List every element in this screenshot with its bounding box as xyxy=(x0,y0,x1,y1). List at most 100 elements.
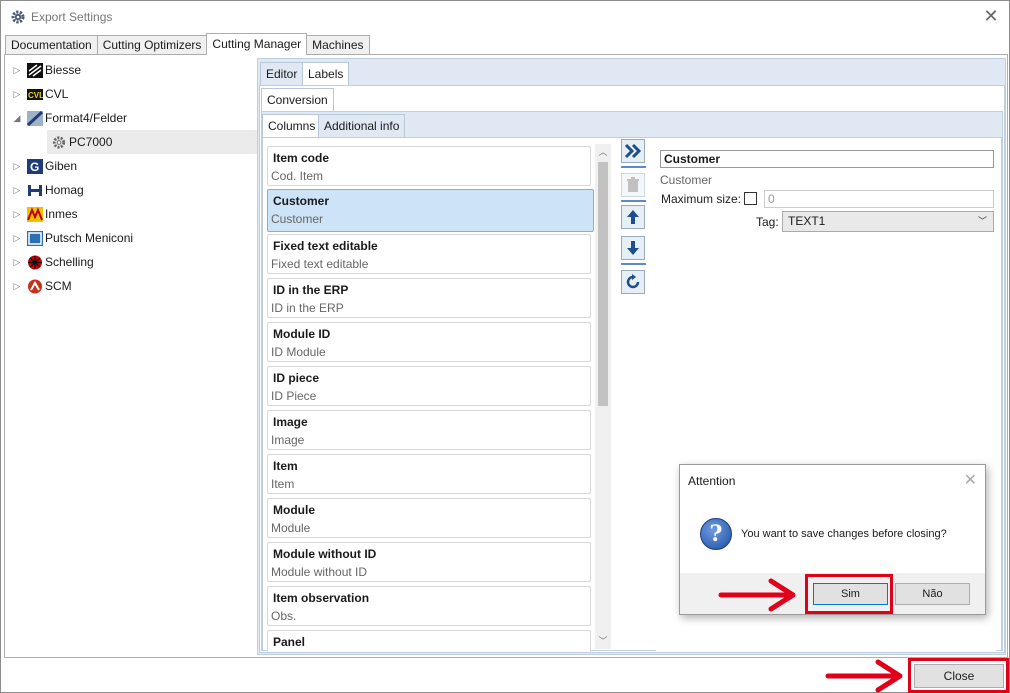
column-list: Item code Cod. Item Customer Customer Fixe… xyxy=(267,144,603,652)
tag-value: TEXT1 xyxy=(788,214,826,228)
tag-select[interactable]: TEXT1 ﹀ xyxy=(782,211,994,232)
refresh-button[interactable] xyxy=(621,270,645,294)
close-icon[interactable]: ✕ xyxy=(964,470,977,490)
chevron-down-icon: ﹀ xyxy=(977,216,987,226)
tree-item-label: Format4/Felder xyxy=(45,111,128,125)
svg-text:G: G xyxy=(30,160,39,174)
list-item[interactable]: Customer Customer xyxy=(267,189,594,232)
item-subtitle: Module xyxy=(271,521,311,535)
expand-arrow-icon[interactable]: ▷ xyxy=(11,65,23,76)
item-subtitle: Item xyxy=(271,477,295,491)
tab-documentation[interactable]: Documentation xyxy=(5,35,98,55)
item-title: Module xyxy=(273,503,315,517)
tree-item-giben[interactable]: ▷ G Giben xyxy=(11,154,77,178)
tree-item-scm[interactable]: ▷ SCM xyxy=(11,274,72,298)
tab-labels[interactable]: Labels xyxy=(302,62,350,85)
tree-item-format4[interactable]: ◢ Format4/Felder xyxy=(11,106,127,130)
list-scrollbar[interactable]: ︿ ﹀ xyxy=(595,144,611,649)
export-settings-window: Export Settings ✕ Documentation Cutting … xyxy=(0,0,1010,693)
list-item[interactable]: Module without ID Module without ID xyxy=(267,542,591,582)
red-arrow-icon xyxy=(718,578,796,612)
divider xyxy=(621,263,646,265)
tab-additional-info[interactable]: Additional info xyxy=(318,114,406,137)
trash-icon xyxy=(627,177,639,192)
tree-item-label: Putsch Meniconi xyxy=(45,231,134,245)
item-subtitle: Customer xyxy=(271,212,324,226)
collapse-arrow-icon[interactable]: ◢ xyxy=(11,113,23,124)
add-column-button[interactable] xyxy=(621,139,645,163)
tree-item-label: Inmes xyxy=(45,207,78,221)
chevron-down-icon[interactable]: ﹀ xyxy=(595,633,611,649)
tree-item-label: CVL xyxy=(45,87,69,101)
tab-editor[interactable]: Editor xyxy=(260,62,304,85)
close-icon[interactable]: ✕ xyxy=(981,7,1001,27)
expand-arrow-icon[interactable]: ▷ xyxy=(11,89,23,100)
expand-arrow-icon[interactable]: ▷ xyxy=(11,281,23,292)
max-size-field[interactable]: 0 xyxy=(764,190,994,208)
item-subtitle: Module without ID xyxy=(271,565,368,579)
expand-arrow-icon[interactable]: ▷ xyxy=(11,161,23,172)
tree-item-label: Schelling xyxy=(45,255,94,269)
max-size-checkbox[interactable] xyxy=(744,192,757,205)
dialog-message: You want to save changes before closing? xyxy=(741,528,947,540)
list-item[interactable]: Item code Cod. Item xyxy=(267,146,591,186)
item-title: Item observation xyxy=(273,591,370,605)
delete-button[interactable] xyxy=(621,173,645,197)
putsch-logo-icon xyxy=(27,230,43,246)
tree-item-pc7000[interactable]: PC7000 xyxy=(47,130,257,154)
expand-arrow-icon[interactable]: ▷ xyxy=(11,257,23,268)
scrollbar-thumb[interactable] xyxy=(598,162,608,406)
item-title: Customer xyxy=(273,194,330,208)
tab-columns[interactable]: Columns xyxy=(262,114,322,137)
item-title: Image xyxy=(273,415,308,429)
chevron-up-icon[interactable]: ︿ xyxy=(595,144,611,160)
scm-logo-icon xyxy=(28,279,42,293)
item-subtitle: ID Module xyxy=(271,345,326,359)
tab-machines[interactable]: Machines xyxy=(306,35,370,55)
list-item[interactable]: Image Image xyxy=(267,410,591,450)
tree-item-label: SCM xyxy=(45,279,72,293)
list-item[interactable]: ID piece ID Piece xyxy=(267,366,591,406)
expand-arrow-icon[interactable]: ▷ xyxy=(11,185,23,196)
tree-item-homag[interactable]: ▷ Homag xyxy=(11,178,84,202)
list-item[interactable]: Module ID ID Module xyxy=(267,322,591,362)
tree-item-putsch[interactable]: ▷ Putsch Meniconi xyxy=(11,226,133,250)
tab-cutting-manager[interactable]: Cutting Manager xyxy=(206,33,308,55)
tab-conversion[interactable]: Conversion xyxy=(261,88,334,111)
tree-item-biesse[interactable]: ▷ Biesse xyxy=(11,58,81,82)
item-subtitle: ID Piece xyxy=(271,389,317,403)
list-item[interactable]: Item Item xyxy=(267,454,591,494)
max-size-label: Maximum size: xyxy=(661,192,742,206)
item-title: Item xyxy=(273,459,298,473)
biesse-logo-icon xyxy=(27,62,43,78)
expand-arrow-icon[interactable]: ▷ xyxy=(11,209,23,220)
main-tabs: Documentation Cutting Optimizers Cutting… xyxy=(5,33,370,55)
list-item[interactable]: Item observation Obs. xyxy=(267,586,591,626)
move-down-button[interactable] xyxy=(621,236,645,260)
list-item[interactable]: Module Module xyxy=(267,498,591,538)
tree-item-label: Biesse xyxy=(45,63,82,77)
tab-cutting-optimizers[interactable]: Cutting Optimizers xyxy=(96,35,208,55)
item-title: ID in the ERP xyxy=(273,283,349,297)
tree-item-schelling[interactable]: ▷ Schelling xyxy=(11,250,94,274)
item-title: Item code xyxy=(273,151,330,165)
list-item[interactable]: Fixed text editable Fixed text editable xyxy=(267,234,591,274)
format4-logo-icon xyxy=(27,110,43,126)
giben-logo-icon: G xyxy=(27,158,43,174)
item-title: Module ID xyxy=(273,327,331,341)
tree-item-cvl[interactable]: ▷ CVL CVL xyxy=(11,82,69,106)
refresh-icon xyxy=(626,274,640,289)
tree-item-inmes[interactable]: ▷ Inmes xyxy=(11,202,78,226)
red-arrow-icon xyxy=(825,659,903,693)
list-item[interactable]: Panel xyxy=(267,630,591,652)
list-item[interactable]: ID in the ERP ID in the ERP xyxy=(267,278,591,318)
arrow-down-icon xyxy=(627,241,639,255)
item-title: Panel xyxy=(273,635,306,649)
no-button[interactable]: Não xyxy=(895,583,970,605)
move-up-button[interactable] xyxy=(621,205,645,229)
item-title: Fixed text editable xyxy=(273,239,378,253)
expand-arrow-icon[interactable]: ▷ xyxy=(11,233,23,244)
question-icon: ? xyxy=(700,518,732,550)
machine-tree: ▷ Biesse ▷ CVL CVL ◢ Format4/Felder PC70… xyxy=(5,55,257,657)
column-name-field[interactable]: Customer xyxy=(660,150,994,168)
